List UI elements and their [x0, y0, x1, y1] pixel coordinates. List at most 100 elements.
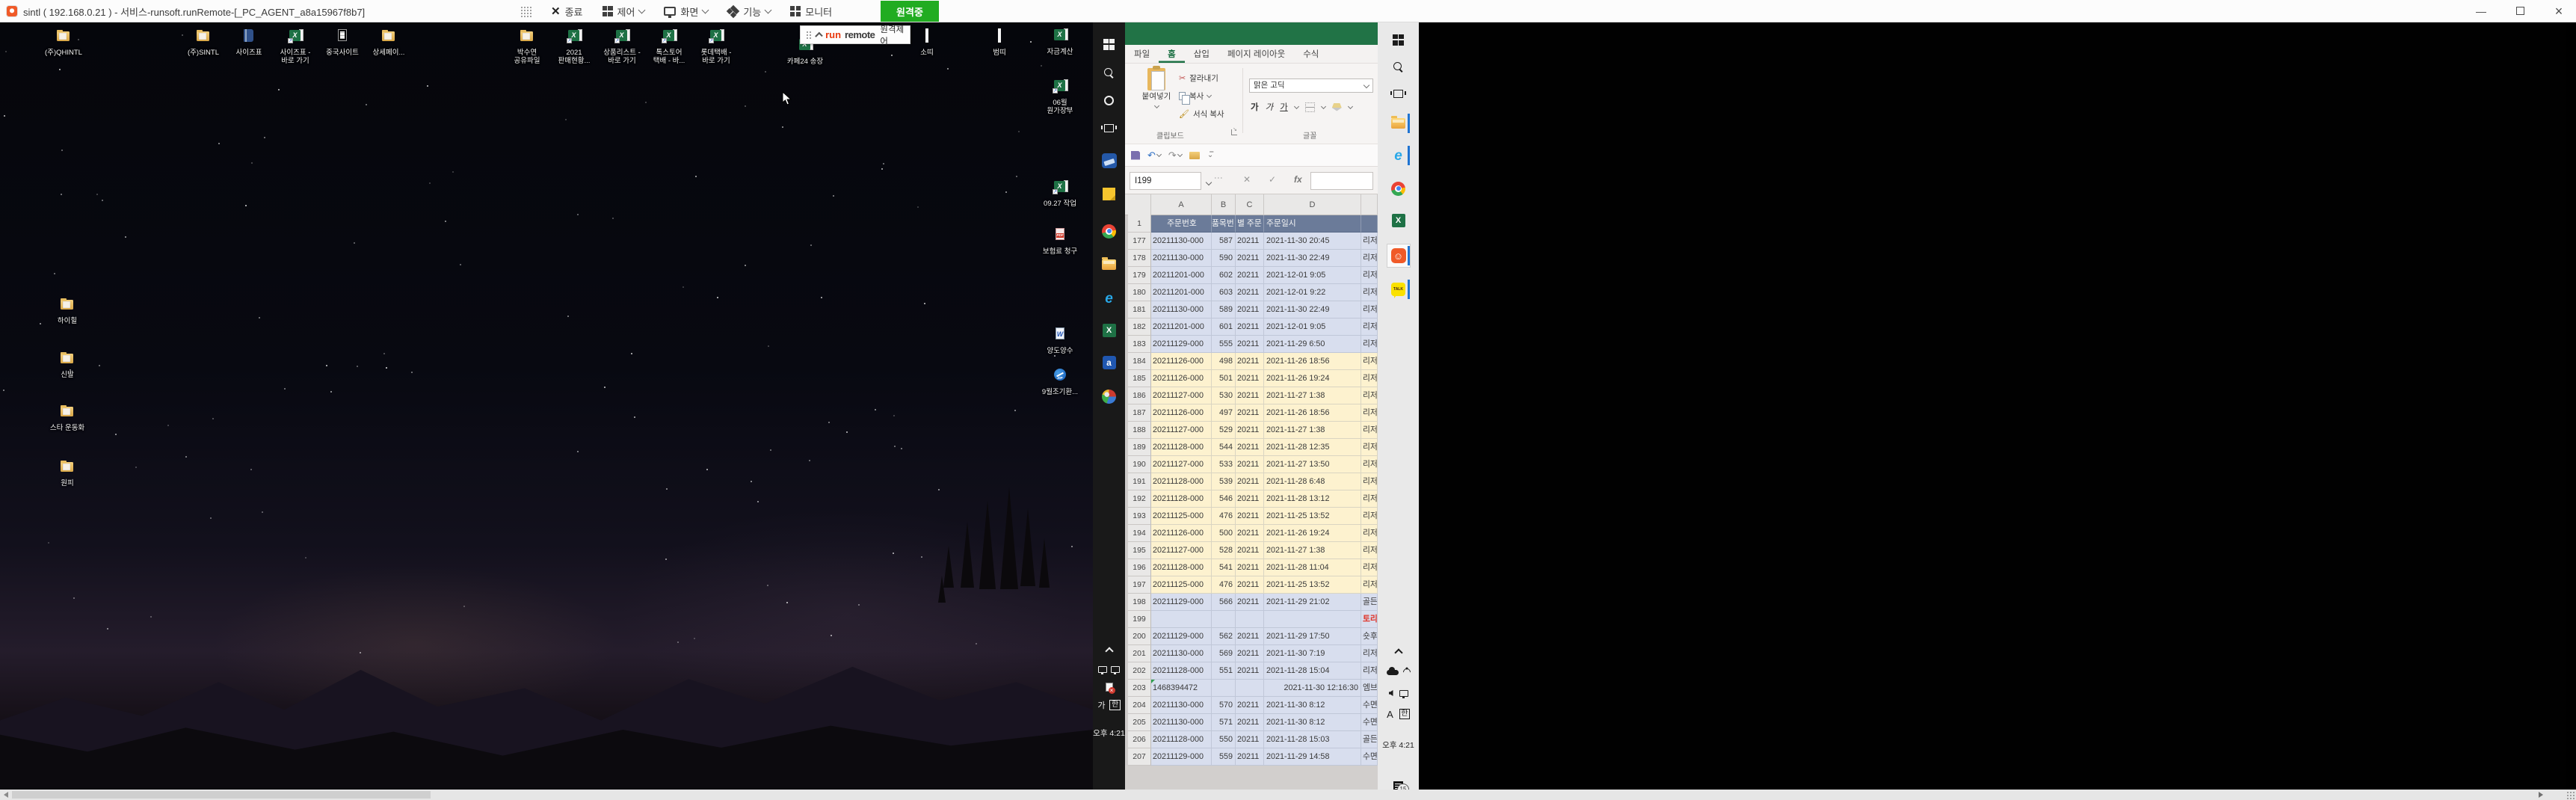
- cell-d[interactable]: 2021-12-01 9:05: [1264, 319, 1361, 336]
- start-button[interactable]: [1387, 28, 1410, 51]
- row-number[interactable]: 205: [1128, 714, 1151, 731]
- cell-d[interactable]: 2021-11-28 13:12: [1264, 490, 1361, 508]
- clock[interactable]: 오후 4:21: [1093, 724, 1125, 743]
- row-number[interactable]: 178: [1128, 250, 1151, 267]
- cell-c[interactable]: [1236, 611, 1264, 628]
- cell-b[interactable]: 533: [1212, 456, 1236, 473]
- cell-c[interactable]: 20211: [1236, 490, 1264, 508]
- cell-d[interactable]: 2021-11-26 18:56: [1264, 404, 1361, 422]
- cell-b[interactable]: 476: [1212, 576, 1236, 594]
- formula-bar-splitter[interactable]: ⋮: [1213, 173, 1224, 183]
- horizontal-scroll-thumb[interactable]: [12, 791, 431, 799]
- ime-indicator[interactable]: A 한: [1381, 703, 1417, 725]
- tray-error-doc[interactable]: [1100, 677, 1119, 697]
- copy-button[interactable]: 복사: [1179, 90, 1224, 102]
- cell-c[interactable]: 20211: [1236, 336, 1264, 353]
- cell-a[interactable]: 20211126-000: [1151, 353, 1212, 370]
- cell-a[interactable]: 20211201-000: [1151, 284, 1212, 301]
- row-number[interactable]: 194: [1128, 525, 1151, 542]
- cell-d[interactable]: 2021-11-27 1:38: [1264, 387, 1361, 404]
- cell-b[interactable]: 555: [1212, 336, 1236, 353]
- cell-b[interactable]: 544: [1212, 439, 1236, 456]
- cell-d[interactable]: 2021-11-30 8:12: [1264, 697, 1361, 714]
- disconnect-button[interactable]: ✕ 종료: [551, 4, 583, 19]
- cell-e[interactable]: 엠브: [1361, 680, 1378, 697]
- kakaotalk-icon[interactable]: TALK: [1387, 278, 1410, 301]
- cell-b[interactable]: 476: [1212, 508, 1236, 525]
- cell-e[interactable]: 토리: [1361, 611, 1378, 628]
- cell-d[interactable]: 2021-12-01 9:05: [1264, 267, 1361, 284]
- cell-b[interactable]: 501: [1212, 370, 1236, 387]
- insert-function-icon[interactable]: fx: [1294, 174, 1302, 185]
- cell-e[interactable]: 리저: [1361, 301, 1378, 319]
- task-view-icon[interactable]: [1100, 118, 1119, 138]
- cell-a[interactable]: 20211125-000: [1151, 576, 1212, 594]
- cell-d[interactable]: 2021-11-25 13:52: [1264, 576, 1361, 594]
- cell-e[interactable]: 리저: [1361, 508, 1378, 525]
- cell-c[interactable]: 20211: [1236, 697, 1264, 714]
- cell-d[interactable]: 2021-11-30 22:49: [1264, 250, 1361, 267]
- row-number[interactable]: 191: [1128, 473, 1151, 490]
- cell-d[interactable]: 주문일시: [1264, 215, 1361, 233]
- cell-c[interactable]: 20211: [1236, 250, 1264, 267]
- cortana-icon[interactable]: [1100, 90, 1119, 110]
- cell-c[interactable]: 20211: [1236, 576, 1264, 594]
- cell-c[interactable]: 20211: [1236, 284, 1264, 301]
- cell-e[interactable]: 리저: [1361, 439, 1378, 456]
- cell-a[interactable]: 20211128-000: [1151, 731, 1212, 748]
- alsee-app-icon[interactable]: a: [1100, 353, 1119, 372]
- italic-button[interactable]: 가: [1266, 101, 1274, 113]
- cell-d[interactable]: 2021-11-29 6:50: [1264, 336, 1361, 353]
- cell-a[interactable]: 20211129-000: [1151, 748, 1212, 766]
- bold-button[interactable]: 가: [1251, 101, 1259, 113]
- cell-e[interactable]: 리저: [1361, 319, 1378, 336]
- cell-a[interactable]: 20211127-000: [1151, 542, 1212, 559]
- cell-e[interactable]: 골든: [1361, 594, 1378, 611]
- cell-b[interactable]: 562: [1212, 628, 1236, 645]
- row-number[interactable]: 179: [1128, 267, 1151, 284]
- row-number[interactable]: 204: [1128, 697, 1151, 714]
- sticky-notes-icon[interactable]: [1100, 184, 1119, 203]
- cell-e[interactable]: 리저: [1361, 473, 1378, 490]
- cell-a[interactable]: 20211129-000: [1151, 336, 1212, 353]
- cell-c[interactable]: 20211: [1236, 319, 1264, 336]
- cell-c[interactable]: 20211: [1236, 233, 1264, 250]
- tray-expand-chevron[interactable]: [1100, 641, 1119, 661]
- notification-center-button[interactable]: [1387, 775, 1410, 790]
- cell-a[interactable]: 20211129-000: [1151, 628, 1212, 645]
- cell-a[interactable]: 20211128-000: [1151, 490, 1212, 508]
- monitor-select-button[interactable]: 모니터: [790, 4, 832, 19]
- row-number[interactable]: 195: [1128, 542, 1151, 559]
- row-number[interactable]: 183: [1128, 336, 1151, 353]
- cell-b[interactable]: 602: [1212, 267, 1236, 284]
- cell-d[interactable]: 2021-11-26 18:56: [1264, 353, 1361, 370]
- cell-c[interactable]: 20211: [1236, 748, 1264, 766]
- cancel-entry-icon[interactable]: ✕: [1243, 174, 1251, 185]
- cell-e[interactable]: 리저: [1361, 525, 1378, 542]
- qat-customize-icon[interactable]: ⌄̅: [1207, 151, 1213, 159]
- cell-b[interactable]: 603: [1212, 284, 1236, 301]
- cell-b[interactable]: 590: [1212, 250, 1236, 267]
- cell-b[interactable]: 539: [1212, 473, 1236, 490]
- cell-b[interactable]: 601: [1212, 319, 1236, 336]
- cell-c[interactable]: 20211: [1236, 301, 1264, 319]
- cell-c[interactable]: 20211: [1236, 662, 1264, 680]
- row-number[interactable]: 184: [1128, 353, 1151, 370]
- tab-home[interactable]: 홈: [1159, 45, 1185, 63]
- name-box[interactable]: I199: [1130, 172, 1201, 190]
- cell-a[interactable]: 20211130-000: [1151, 714, 1212, 731]
- save-button[interactable]: [1131, 151, 1140, 160]
- scroll-right-arrow[interactable]: [2539, 792, 2543, 798]
- borders-button[interactable]: [1305, 102, 1315, 112]
- column-header-a[interactable]: A: [1151, 194, 1212, 215]
- cell-a[interactable]: 20211128-000: [1151, 559, 1212, 576]
- cell-e[interactable]: 리저: [1361, 250, 1378, 267]
- format-painter-button[interactable]: 🖌서식 복사: [1179, 108, 1224, 120]
- cell-a[interactable]: 20211126-000: [1151, 370, 1212, 387]
- cell-a[interactable]: 1468394472: [1151, 680, 1212, 697]
- search-icon[interactable]: [1387, 55, 1410, 78]
- cell-b[interactable]: [1212, 611, 1236, 628]
- tab-page-layout[interactable]: 페이지 레이아웃: [1218, 45, 1294, 63]
- cell-c[interactable]: 20211: [1236, 714, 1264, 731]
- cell-e[interactable]: 숏후: [1361, 628, 1378, 645]
